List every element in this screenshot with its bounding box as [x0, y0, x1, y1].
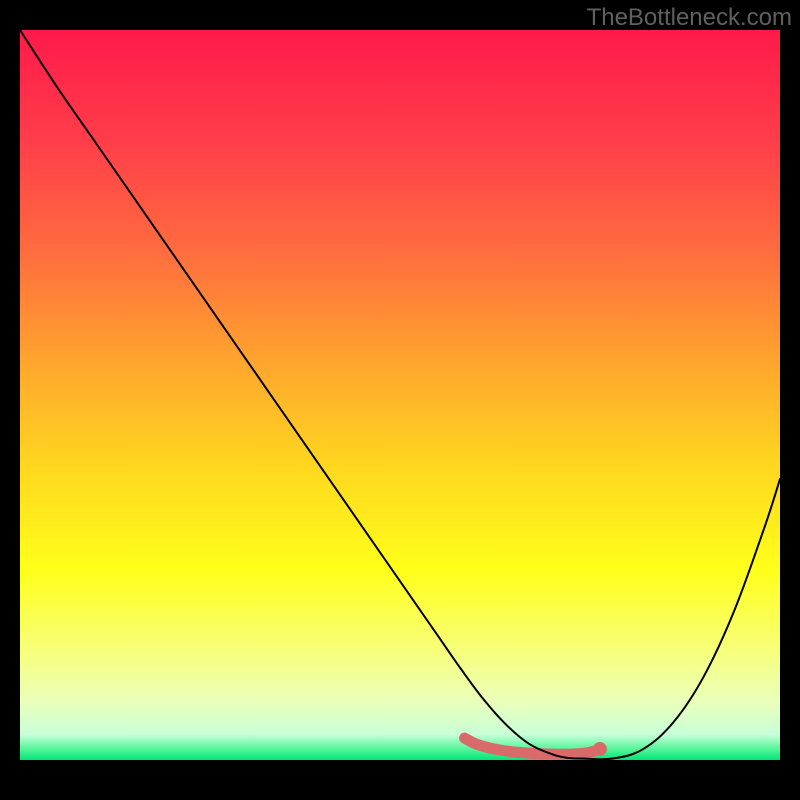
- chart-svg: [0, 0, 800, 800]
- frame-right: [780, 0, 800, 800]
- watermark-text: TheBottleneck.com: [587, 4, 792, 32]
- frame-bottom: [0, 760, 800, 800]
- frame-left: [0, 0, 20, 800]
- bottleneck-chart: TheBottleneck.com: [0, 0, 800, 800]
- plot-background: [20, 30, 780, 760]
- optimal-end-marker: [593, 742, 607, 756]
